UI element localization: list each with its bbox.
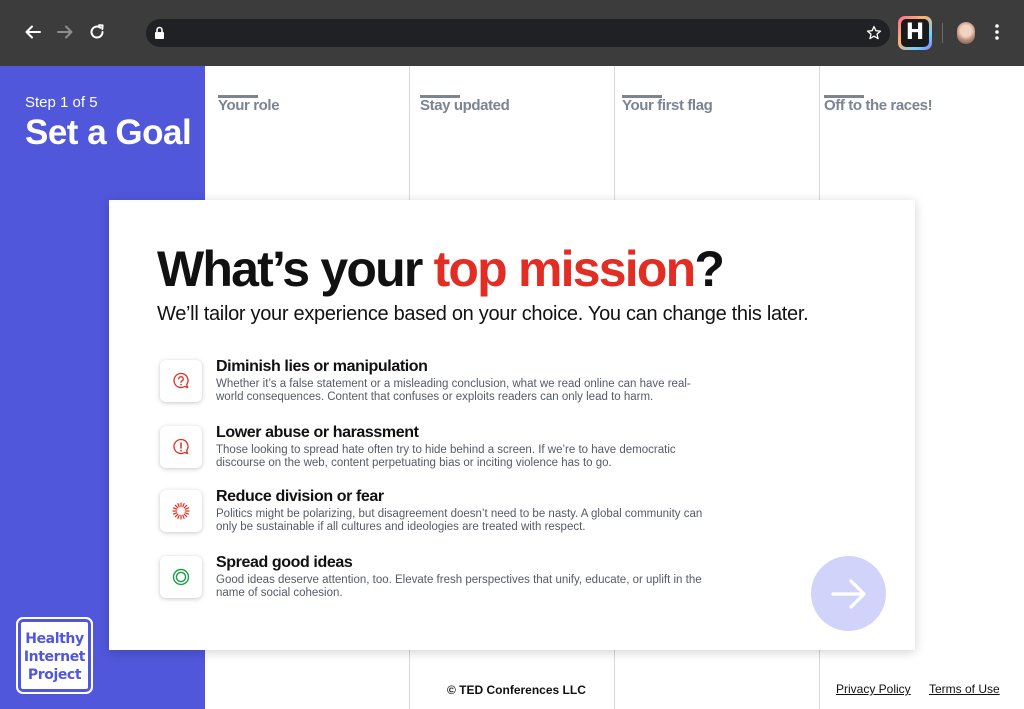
- browser-toolbar: H: [0, 0, 1024, 66]
- reload-button[interactable]: [85, 20, 109, 44]
- exclamation-bubble-icon: [173, 438, 189, 455]
- option-icon-box[interactable]: [160, 360, 202, 402]
- logo-line-1: Healthy: [25, 631, 84, 647]
- option-description: Those looking to spread hate often try t…: [216, 444, 676, 469]
- back-button[interactable]: [21, 20, 45, 44]
- logo-line-2: Internet: [23, 649, 86, 665]
- option-title[interactable]: Spread good ideas: [216, 554, 353, 572]
- option-icon-box[interactable]: [160, 556, 202, 598]
- mission-card: What’s your top mission? We’ll tailor yo…: [109, 200, 915, 650]
- title-prefix: What’s your: [157, 241, 434, 297]
- option-title[interactable]: Lower abuse or harassment: [216, 424, 419, 442]
- step-label-stay-updated: Stay updated: [420, 97, 510, 114]
- profile-avatar[interactable]: [957, 22, 975, 44]
- extension-button[interactable]: H: [898, 16, 932, 50]
- concentric-circles-icon: [172, 568, 190, 586]
- lock-icon: [155, 26, 164, 39]
- terms-of-use-link[interactable]: Terms of Use: [929, 682, 1000, 696]
- toolbar-divider: [942, 23, 943, 43]
- page-subtitle: We’ll tailor your experience based on yo…: [157, 303, 809, 325]
- option-icon-box[interactable]: [160, 490, 202, 532]
- arrow-left-icon: [25, 25, 41, 39]
- next-button[interactable]: [811, 556, 886, 631]
- extension-h-icon: H: [901, 19, 929, 47]
- option-description: Whether it’s a false statement or a misl…: [216, 378, 691, 403]
- title-suffix: ?: [694, 241, 725, 297]
- option-icon-box[interactable]: [160, 426, 202, 468]
- burst-icon: [172, 502, 190, 520]
- kebab-menu-icon[interactable]: [989, 22, 1005, 42]
- option-description: Good ideas deserve attention, too. Eleva…: [216, 574, 702, 599]
- healthy-internet-project-logo[interactable]: Healthy Internet Project: [16, 617, 93, 694]
- step-label-off-to-the-races: Off to the races!: [824, 97, 933, 114]
- copyright-text: © TED Conferences LLC: [447, 683, 586, 697]
- option-title[interactable]: Reduce division or fear: [216, 488, 384, 506]
- page-title: What’s your top mission?: [157, 240, 725, 298]
- question-bubble-icon: [173, 372, 189, 389]
- step-label-your-first-flag: Your first flag: [622, 97, 713, 114]
- address-bar[interactable]: [146, 19, 890, 47]
- star-icon[interactable]: [866, 25, 882, 41]
- title-accent: top mission: [433, 241, 697, 297]
- option-title[interactable]: Diminish lies or manipulation: [216, 358, 428, 376]
- privacy-policy-link[interactable]: Privacy Policy: [836, 682, 911, 696]
- step-label-your-role: Your role: [218, 97, 280, 114]
- step-counter: Step 1 of 5: [25, 94, 98, 111]
- forward-button[interactable]: [53, 20, 77, 44]
- arrow-right-icon: [830, 578, 866, 609]
- step-title: Set a Goal: [25, 113, 192, 152]
- option-description: Politics might be polarizing, but disagr…: [216, 508, 703, 533]
- logo-line-3: Project: [27, 667, 82, 683]
- arrow-right-icon: [57, 25, 73, 39]
- reload-icon: [90, 24, 104, 39]
